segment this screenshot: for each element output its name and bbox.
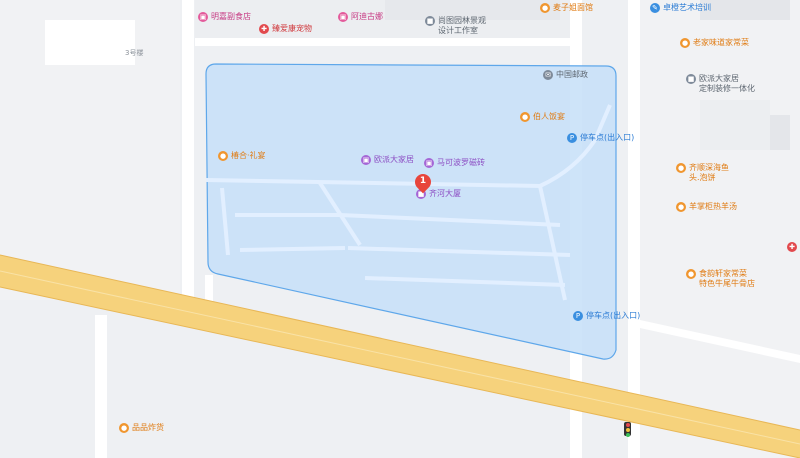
poi-boren-restaurant[interactable]: ● 伯人饭宴 (520, 112, 565, 122)
parking-icon: P (567, 133, 577, 143)
poi-marco-polo-tiles[interactable]: ▣ 马可波罗磁砖 (424, 158, 485, 168)
shop-icon: ▣ (361, 155, 371, 165)
poi-parking-entrance-south[interactable]: P 停车点(出入口) (573, 311, 640, 321)
poi-landscape-studio[interactable]: ■ 尚图园林景观 设计工作室 (425, 16, 486, 36)
pet-icon: ✚ (259, 24, 269, 34)
shop-icon: ▣ (424, 158, 434, 168)
food-icon: ● (676, 163, 686, 173)
education-icon: ✎ (650, 3, 660, 13)
building-3-footprint (45, 20, 135, 65)
building-footprint (700, 0, 790, 20)
shop-icon: ▣ (338, 12, 348, 22)
building-icon: ■ (425, 16, 435, 26)
poi-noodle-house[interactable]: ● 麦子姐面馆 (540, 3, 593, 13)
food-icon: ● (119, 423, 129, 433)
building-icon: ■ (686, 74, 696, 84)
location-marker-pin[interactable]: 1 (411, 170, 435, 196)
food-icon: ● (686, 269, 696, 279)
road (95, 315, 107, 458)
road (628, 0, 640, 458)
shop-icon: ▣ (198, 12, 208, 22)
poi-edge-marker[interactable]: ✚ (787, 242, 797, 252)
map-base-layer (0, 0, 800, 458)
food-icon: ● (218, 151, 228, 161)
poi-pet-shop[interactable]: ✚ 臻爱康宠物 (259, 24, 312, 34)
poi-art-training[interactable]: ✎ 卓橙艺术培训 (650, 3, 711, 13)
poi-fish-head[interactable]: ● 齐顺深海鱼 头.泡饼 (676, 163, 729, 183)
food-icon: ● (520, 112, 530, 122)
post-office-icon: ✉ (543, 70, 553, 80)
poi-home-cuisine[interactable]: ● 老家味道家常菜 (680, 38, 749, 48)
poi-oppein-home[interactable]: ▣ 欧派大家居 (361, 155, 414, 165)
building-label: 3号楼 (125, 49, 144, 57)
poi-oppein-custom[interactable]: ■ 欧派大家居 定制装修一体化 (686, 74, 755, 94)
road (195, 38, 570, 46)
food-icon: ● (680, 38, 690, 48)
poi-adiguna[interactable]: ▣ 阿迪古娜 (338, 12, 383, 22)
poi-oxtail-restaurant[interactable]: ● 食韵轩家常菜 特色牛尾牛骨店 (686, 269, 755, 289)
map-canvas[interactable]: 3号楼 ▣ 明嘉副食店 ✚ 臻爱康宠物 ▣ 阿迪古娜 ■ 尚图园林景观 设计工作… (0, 0, 800, 458)
food-icon: ● (540, 3, 550, 13)
parking-icon: P (573, 311, 583, 321)
hospital-icon: ✚ (787, 242, 797, 252)
poi-china-post[interactable]: ✉ 中国邮政 (543, 70, 588, 80)
poi-mingjia-grocery[interactable]: ▣ 明嘉副食店 (198, 12, 251, 22)
poi-fried-snacks[interactable]: ● 品品炸货 (119, 423, 164, 433)
building-footprint (700, 100, 770, 150)
road (182, 0, 194, 300)
poi-parking-entrance-north[interactable]: P 停车点(出入口) (567, 133, 634, 143)
food-icon: ● (676, 202, 686, 212)
city-block (640, 0, 800, 458)
poi-chunhe-banquet[interactable]: ● 椿合·礼宴 (218, 151, 266, 161)
traffic-light-icon (624, 422, 631, 437)
marker-number: 1 (419, 176, 427, 186)
poi-lamb-soup[interactable]: ● 羊掌柜热羊汤 (676, 202, 737, 212)
